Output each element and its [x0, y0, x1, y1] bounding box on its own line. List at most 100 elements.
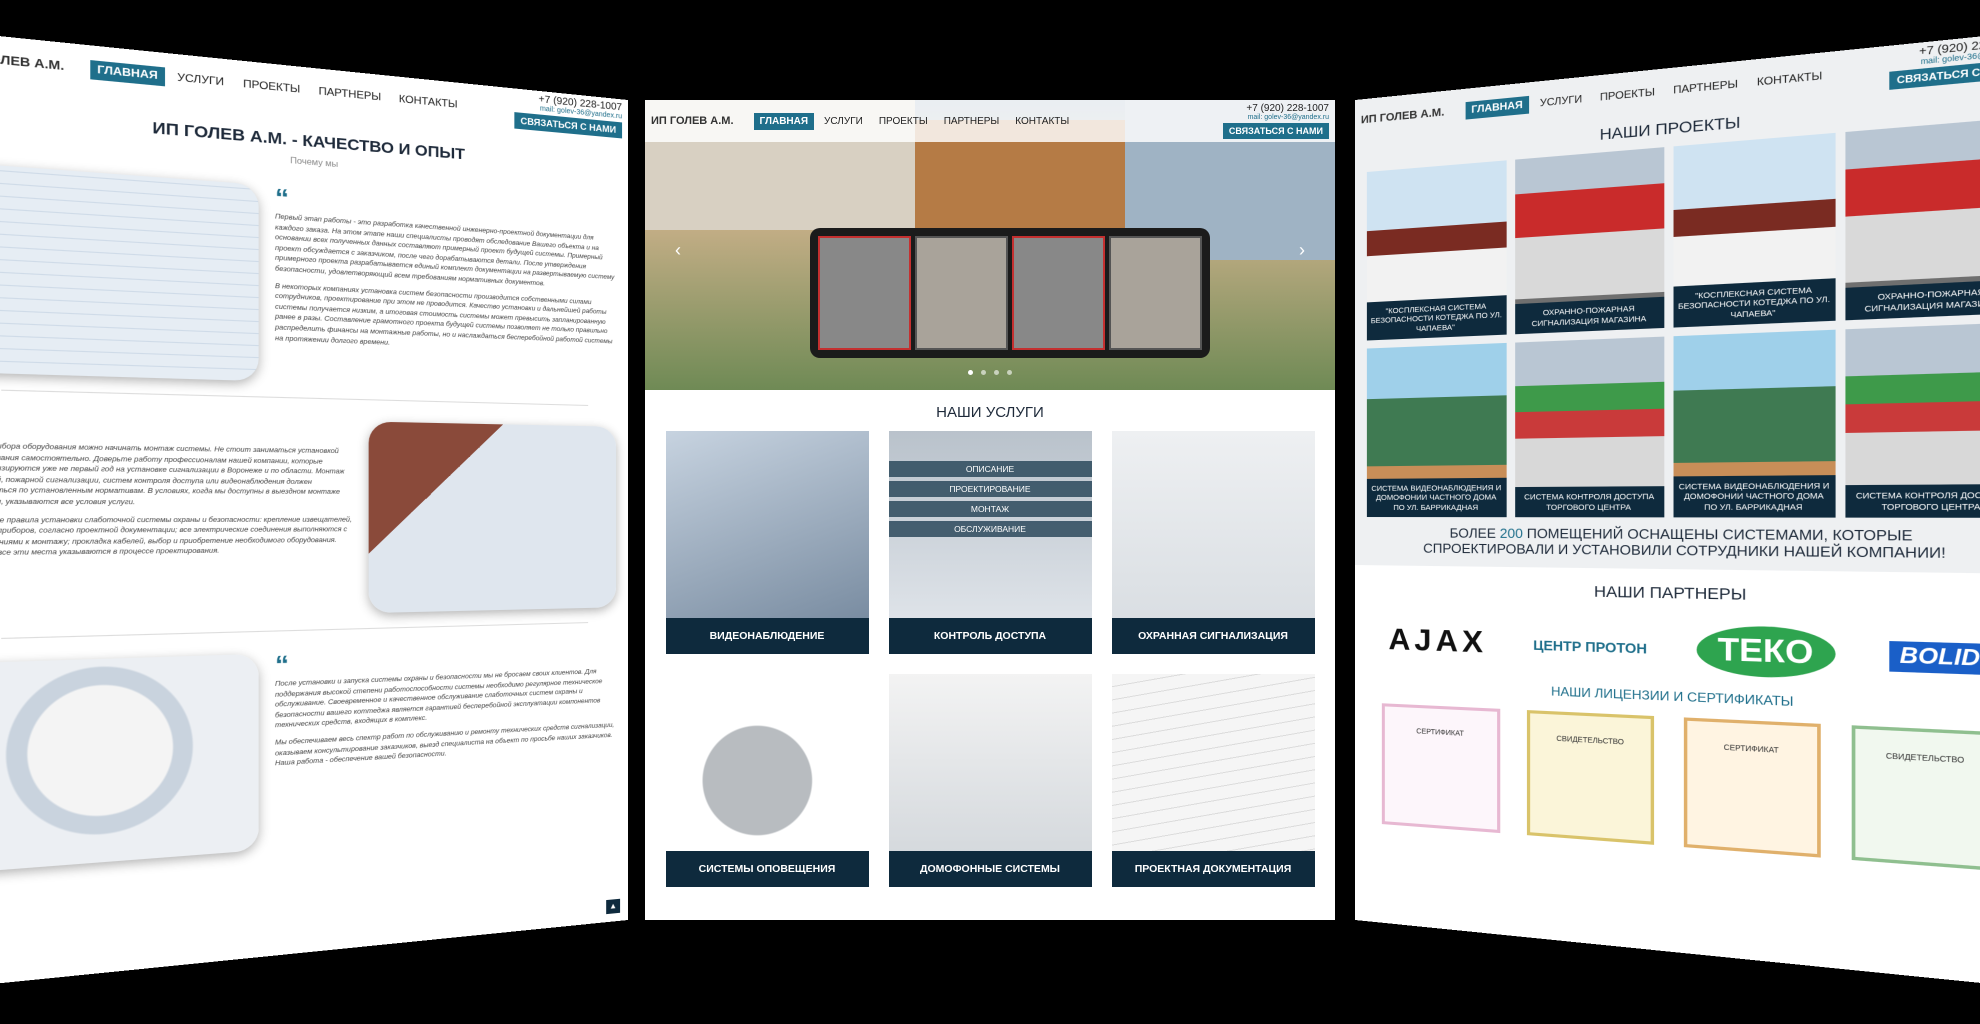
- about-text: “ После выбора оборудования можно начина…: [0, 413, 353, 622]
- service-card-video[interactable]: ВИДЕОНАБЛЮДЕНИЕ: [665, 431, 869, 654]
- service-card-docs[interactable]: ПРОЕКТНАЯ ДОКУМЕНТАЦИЯ: [1111, 674, 1315, 887]
- scroll-top-icon[interactable]: ▲: [606, 898, 621, 915]
- service-card-access[interactable]: ОПИСАНИЕ ПРОЕКТИРОВАНИЕ МОНТАЖ ОБСЛУЖИВА…: [888, 431, 1092, 654]
- phone-number[interactable]: +7 (920) 228-1007: [1223, 103, 1329, 114]
- about-text: “ После установки и запуска системы охра…: [275, 642, 616, 849]
- nav-home[interactable]: ГЛАВНАЯ: [753, 112, 815, 130]
- page-home: ИП ГОЛЕВ А.М. ГЛАВНАЯ УСЛУГИ ПРОЕКТЫ ПАР…: [645, 100, 1335, 920]
- project-card[interactable]: СИСТЕМА ВИДЕОНАБЛЮДЕНИЯ И ДОМОФОНИИ ЧАСТ…: [1673, 329, 1835, 518]
- contact-block: +7 (920) 228-1007 mail: golev-36@yandex.…: [1889, 35, 1980, 90]
- service-submenu: ОПИСАНИЕ ПРОЕКТИРОВАНИЕ МОНТАЖ ОБСЛУЖИВА…: [888, 461, 1092, 541]
- service-label: ДОМОФОННЫЕ СИСТЕМЫ: [888, 851, 1092, 887]
- nav-services[interactable]: УСЛУГИ: [170, 67, 231, 92]
- partners-title: НАШИ ПАРТНЕРЫ: [1594, 582, 1747, 605]
- project-label: СИСТЕМА ВИДЕОНАБЛЮДЕНИЯ И ДОМОФОНИИ ЧАСТ…: [1366, 477, 1507, 518]
- about-section-install: “ После выбора оборудования можно начина…: [0, 413, 628, 623]
- license-card[interactable]: СВИДЕТЕЛЬСТВО: [1527, 710, 1655, 845]
- nav-projects[interactable]: ПРОЕКТЫ: [873, 113, 934, 130]
- project-label: ОХРАННО-ПОЖАРНАЯ СИГНАЛИЗАЦИЯ МАГАЗИНА: [1514, 297, 1665, 335]
- nav-contacts[interactable]: КОНТАКТЫ: [1750, 66, 1830, 93]
- hero-slider: ИП ГОЛЕВ А.М. ГЛАВНАЯ УСЛУГИ ПРОЕКТЫ ПАР…: [645, 100, 1335, 390]
- service-card-warning[interactable]: СИСТЕМЫ ОПОВЕЩЕНИЯ: [665, 674, 869, 887]
- contact-block: +7 (920) 228-1007 mail: golev-36@yandex.…: [1222, 103, 1329, 139]
- site-logo[interactable]: ИП ГОЛЕВ А.М.: [651, 115, 734, 127]
- partner-logo-teko[interactable]: ТЕКО: [1696, 624, 1836, 680]
- callback-button[interactable]: СВЯЗАТЬСЯ С НАМИ: [1222, 123, 1329, 139]
- license-card[interactable]: СЕРТИФИКАТ: [1683, 717, 1821, 858]
- submenu-design[interactable]: ПРОЕКТИРОВАНИЕ: [888, 481, 1092, 497]
- project-label: "КОСПЛЕКСНАЯ СИСТЕМА БЕЗОПАСНОСТИ КОТЕДЖ…: [1366, 295, 1507, 341]
- slider-dots: [645, 362, 1335, 380]
- paragraph: Основные правила установки слаботочной с…: [0, 515, 352, 558]
- project-card[interactable]: СИСТЕМА ВИДЕОНАБЛЮДЕНИЯ И ДОМОФОНИИ ЧАСТ…: [1366, 342, 1507, 518]
- project-label: "КОСПЛЕКСНАЯ СИСТЕМА БЕЗОПАСНОСТИ КОТЕДЖ…: [1673, 278, 1835, 328]
- service-label: ВИДЕОНАБЛЮДЕНИЕ: [665, 618, 869, 654]
- project-label: ОХРАННО-ПОЖАРНАЯ СИГНАЛИЗАЦИЯ МАГАЗИНА: [1844, 279, 1980, 321]
- stats-banner: БОЛЕЕ 200 ПОМЕЩЕНИЙ ОСНАЩЕНЫ СИСТЕМАМИ, …: [1355, 517, 1980, 562]
- main-nav: ГЛАВНАЯ УСЛУГИ ПРОЕКТЫ ПАРТНЕРЫ КОНТАКТЫ: [89, 59, 515, 118]
- slider-dot[interactable]: [968, 370, 973, 375]
- page-about: ИП ГОЛЕВ А.М. ГЛАВНАЯ УСЛУГИ ПРОЕКТЫ ПАР…: [0, 30, 628, 989]
- nav-partners[interactable]: ПАРТНЕРЫ: [1666, 74, 1745, 100]
- detector-image: [0, 653, 259, 873]
- blueprint-image: [0, 162, 259, 382]
- email-address[interactable]: mail: golev-36@yandex.ru: [1223, 114, 1329, 121]
- partner-logo-proton[interactable]: ЦЕНТР ПРОТОН: [1533, 637, 1647, 656]
- slider-dot[interactable]: [1007, 370, 1012, 375]
- service-label: ПРОЕКТНАЯ ДОКУМЕНТАЦИЯ: [1111, 851, 1315, 887]
- nav-projects[interactable]: ПРОЕКТЫ: [236, 74, 307, 99]
- partner-logo-ajax[interactable]: AJAX: [1388, 623, 1487, 661]
- service-label: КОНТРОЛЬ ДОСТУПА: [888, 618, 1092, 654]
- nav-services[interactable]: УСЛУГИ: [818, 113, 869, 130]
- divider: [1, 622, 589, 640]
- about-section-service: “ После установки и запуска системы охра…: [0, 642, 628, 874]
- services-grid: ВИДЕОНАБЛЮДЕНИЕ ОПИСАНИЕ ПРОЕКТИРОВАНИЕ …: [645, 431, 1335, 887]
- service-label: ОХРАННАЯ СИГНАЛИЗАЦИЯ: [1111, 618, 1315, 654]
- project-card[interactable]: ОХРАННО-ПОЖАРНАЯ СИГНАЛИЗАЦИЯ МАГАЗИНА: [1844, 117, 1980, 321]
- submenu-maintenance[interactable]: ОБСЛУЖИВАНИЕ: [888, 521, 1092, 537]
- slider-next-icon[interactable]: ›: [1299, 240, 1305, 261]
- divider: [1, 389, 589, 406]
- installer-image: [368, 421, 617, 614]
- site-logo[interactable]: ИП ГОЛЕВ А.М.: [1361, 106, 1444, 126]
- nav-home[interactable]: ГЛАВНАЯ: [89, 59, 166, 86]
- service-label: СИСТЕМЫ ОПОВЕЩЕНИЯ: [665, 851, 869, 887]
- license-card[interactable]: СВИДЕТЕЛЬСТВО: [1851, 725, 1980, 872]
- about-text: “ Первый этап работы - это разработка ка…: [275, 184, 616, 392]
- nav-contacts[interactable]: КОНТАКТЫ: [392, 89, 464, 114]
- project-card[interactable]: "КОСПЛЕКСНАЯ СИСТЕМА БЕЗОПАСНОСТИ КОТЕДЖ…: [1673, 132, 1835, 328]
- slider-dot[interactable]: [981, 370, 986, 375]
- project-card[interactable]: СИСТЕМА КОНТРОЛЯ ДОСТУПА ТОРГОВОГО ЦЕНТР…: [1844, 322, 1980, 518]
- project-card[interactable]: ОХРАННО-ПОЖАРНАЯ СИГНАЛИЗАЦИЯ МАГАЗИНА: [1514, 147, 1665, 335]
- nav-partners[interactable]: ПАРТНЕРЫ: [938, 113, 1006, 130]
- site-logo[interactable]: ИП ГОЛЕВ А.М.: [0, 49, 64, 73]
- nav-contacts[interactable]: КОНТАКТЫ: [1009, 113, 1075, 130]
- stats-number: 200: [1499, 525, 1523, 542]
- stats-prefix: БОЛЕЕ: [1449, 525, 1496, 541]
- main-nav: ГЛАВНАЯ УСЛУГИ ПРОЕКТЫ ПАРТНЕРЫ КОНТАКТЫ: [753, 112, 1223, 130]
- nav-services[interactable]: УСЛУГИ: [1533, 89, 1588, 112]
- services-title: НАШИ УСЛУГИ: [936, 404, 1044, 421]
- nav-partners[interactable]: ПАРТНЕРЫ: [312, 81, 388, 107]
- project-label: СИСТЕМА КОНТРОЛЯ ДОСТУПА ТОРГОВОГО ЦЕНТР…: [1514, 486, 1665, 518]
- slider-prev-icon[interactable]: ‹: [675, 240, 681, 261]
- projects-grid: "КОСПЛЕКСНАЯ СИСТЕМА БЕЗОПАСНОСТИ КОТЕДЖ…: [1355, 116, 1980, 518]
- project-card[interactable]: "КОСПЛЕКСНАЯ СИСТЕМА БЕЗОПАСНОСТИ КОТЕДЖ…: [1366, 160, 1507, 341]
- license-card[interactable]: СЕРТИФИКАТ: [1381, 703, 1501, 834]
- nav-projects[interactable]: ПРОЕКТЫ: [1593, 82, 1661, 107]
- nav-home[interactable]: ГЛАВНАЯ: [1465, 95, 1530, 120]
- header: ИП ГОЛЕВ А.М. ГЛАВНАЯ УСЛУГИ ПРОЕКТЫ ПАР…: [645, 100, 1335, 142]
- submenu-description[interactable]: ОПИСАНИЕ: [888, 461, 1092, 477]
- project-card[interactable]: СИСТЕМА КОНТРОЛЯ ДОСТУПА ТОРГОВОГО ЦЕНТР…: [1514, 336, 1665, 518]
- licenses-row: СЕРТИФИКАТ СВИДЕТЕЛЬСТВО СЕРТИФИКАТ СВИД…: [1355, 690, 1980, 874]
- service-card-intercom[interactable]: ДОМОФОННЫЕ СИСТЕМЫ: [888, 674, 1092, 887]
- project-label: СИСТЕМА КОНТРОЛЯ ДОСТУПА ТОРГОВОГО ЦЕНТР…: [1844, 484, 1980, 518]
- slide-tablet-image: [810, 228, 1210, 358]
- submenu-install[interactable]: МОНТАЖ: [888, 501, 1092, 517]
- paragraph: В некоторых компаниях установка систем б…: [275, 282, 613, 347]
- partner-logo-bolid[interactable]: BOLID: [1889, 640, 1980, 675]
- service-card-alarm[interactable]: ОХРАННАЯ СИГНАЛИЗАЦИЯ: [1111, 431, 1315, 654]
- project-label: СИСТЕМА ВИДЕОНАБЛЮДЕНИЯ И ДОМОФОНИИ ЧАСТ…: [1673, 474, 1835, 518]
- slider-dot[interactable]: [994, 370, 999, 375]
- paragraph: После выбора оборудования можно начинать…: [0, 442, 345, 507]
